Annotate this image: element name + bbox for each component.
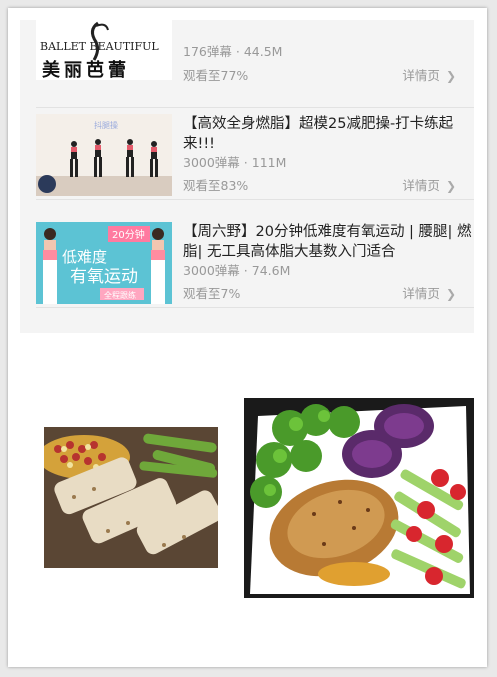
- video-meta: 3000弹幕 · 74.6M: [183, 260, 290, 279]
- detail-page-link[interactable]: 详情页 ❯: [402, 283, 456, 302]
- video-title[interactable]: 【周六野】20分钟低难度有氧运动 | 腰腿| 燃脂| 无工具高体脂大基数入门适合: [183, 222, 473, 262]
- view-count: 111M: [251, 155, 287, 170]
- video-meta: 3000弹幕 · 111M: [183, 152, 286, 171]
- logo-text-en: BALLET BEAUTIFUL: [40, 40, 159, 53]
- meta-separator: ·: [243, 155, 248, 170]
- video-meta: 176弹幕 · 44.5M: [183, 41, 282, 60]
- danmaku-count: 176弹幕: [183, 44, 232, 59]
- detail-label: 详情页: [402, 68, 440, 83]
- detail-page-link[interactable]: 详情页 ❯: [402, 65, 456, 84]
- food-photo-art: [244, 398, 474, 598]
- video-thumbnail[interactable]: BALLET BEAUTIFUL 美丽芭蕾: [36, 20, 172, 80]
- view-count: 44.5M: [243, 44, 283, 59]
- detail-label: 详情页: [402, 286, 440, 301]
- video-history-list: BALLET BEAUTIFUL 美丽芭蕾 176弹幕 · 44.5M 观看至7…: [20, 20, 474, 333]
- chevron-right-icon: ❯: [445, 69, 456, 83]
- video-thumbnail[interactable]: 抖腿操: [36, 114, 172, 196]
- divider: [36, 199, 474, 200]
- video-title[interactable]: 【高效全身燃脂】超模25减肥操-打卡练起来!!!: [183, 114, 473, 154]
- chevron-right-icon: ❯: [445, 287, 456, 301]
- danmaku-count: 3000弹幕: [183, 155, 240, 170]
- food-photo-corn-fish: [44, 427, 218, 568]
- logo-text-cn: 美丽芭蕾: [42, 59, 130, 80]
- watch-progress: 观看至83%: [183, 178, 249, 193]
- watch-progress: 观看至77%: [183, 68, 249, 83]
- watch-progress: 观看至7%: [183, 286, 241, 301]
- thumb-overlay-text: 抖腿操: [94, 120, 118, 130]
- meta-separator: ·: [243, 263, 248, 278]
- ballet-beautiful-logo: BALLET BEAUTIFUL 美丽芭蕾: [40, 21, 159, 80]
- video-thumbnail[interactable]: 20分钟 低难度 有氧运动 全程跟练: [36, 222, 172, 304]
- thumb-tag: 全程跟练: [104, 290, 136, 300]
- meta-separator: ·: [235, 44, 240, 59]
- list-item[interactable]: 20分钟 低难度 有氧运动 全程跟练 【周六野】20分钟低难度有氧运动 | 腰腿…: [20, 216, 474, 308]
- thumb-badge: 20分钟: [112, 228, 145, 241]
- list-item[interactable]: BALLET BEAUTIFUL 美丽芭蕾 176弹幕 · 44.5M 观看至7…: [20, 16, 474, 108]
- thumb-text-line1: 低难度: [62, 248, 107, 266]
- detail-label: 详情页: [402, 178, 440, 193]
- workout-thumbnail-art: 抖腿操: [36, 114, 172, 196]
- food-photo-art: [44, 427, 218, 568]
- aerobic-thumbnail-art: 20分钟 低难度 有氧运动 全程跟练: [36, 222, 172, 304]
- view-count: 74.6M: [251, 263, 291, 278]
- danmaku-count: 3000弹幕: [183, 263, 240, 278]
- chevron-right-icon: ❯: [445, 179, 456, 193]
- detail-page-link[interactable]: 详情页 ❯: [402, 175, 456, 194]
- divider: [36, 307, 474, 308]
- thumb-text-line2: 有氧运动: [70, 267, 138, 287]
- food-photo-chicken-plate: [244, 398, 474, 598]
- list-item[interactable]: 抖腿操 【高效全身燃脂】超模25减肥操-打卡练起来!!! 3000弹幕 · 11…: [20, 108, 474, 200]
